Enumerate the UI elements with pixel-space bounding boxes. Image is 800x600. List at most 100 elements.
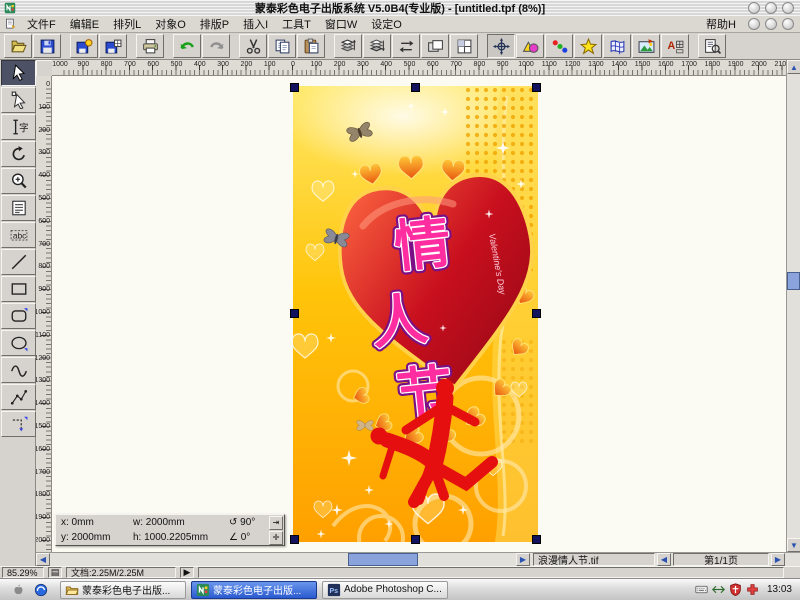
task-montai-app[interactable]: 蒙泰彩色电子出版... (191, 581, 317, 599)
place-image-button[interactable] (632, 34, 660, 58)
h-ruler-label: 500 (404, 61, 416, 68)
cut-button[interactable] (239, 34, 267, 58)
h-ruler-label: 400 (194, 61, 206, 68)
panel-expand-button[interactable]: ✛ (269, 531, 283, 545)
print-button[interactable] (136, 34, 164, 58)
scroll-down-button[interactable]: ▼ (787, 538, 800, 552)
center-anchor-button[interactable] (487, 34, 515, 58)
save-as-button[interactable] (99, 34, 127, 58)
doc-close-button[interactable] (782, 18, 794, 30)
selection-handle[interactable] (411, 535, 420, 544)
menu-window[interactable]: 窗口W (318, 15, 364, 33)
tool-direct-select[interactable] (1, 87, 36, 113)
v-ruler-label: 0 (36, 81, 50, 88)
tool-abc-text[interactable]: abc (1, 222, 36, 248)
shield-icon[interactable] (729, 583, 742, 596)
selection-handle[interactable] (290, 535, 299, 544)
shapes-button[interactable] (516, 34, 544, 58)
horizontal-scroll-thumb[interactable] (348, 553, 418, 566)
health-cross-icon[interactable] (746, 583, 759, 596)
close-button[interactable] (782, 2, 794, 14)
tool-curve[interactable] (1, 357, 36, 383)
task-folder-montai[interactable]: 蒙泰彩色电子出版... (60, 581, 186, 599)
quick-launch-icon[interactable] (34, 583, 48, 597)
prev-page-button[interactable]: ◀ (657, 553, 671, 566)
doc-restore-button[interactable] (765, 18, 777, 30)
maximize-button[interactable] (765, 2, 777, 14)
selection-handle[interactable] (290, 309, 299, 318)
undo-button[interactable] (173, 34, 201, 58)
clock[interactable]: 13:03 (767, 584, 792, 595)
menu-layout[interactable]: 排版P (193, 15, 236, 33)
menu-help[interactable]: 帮助H (699, 15, 743, 33)
scroll-right-button[interactable]: ▶ (516, 553, 530, 566)
tool-zoom[interactable] (1, 168, 36, 194)
tool-ellipse[interactable] (1, 330, 36, 356)
h-ruler-label: 800 (101, 61, 113, 68)
vertical-scrollbar[interactable]: ▲ ▼ (786, 60, 800, 552)
combine-button[interactable] (450, 34, 478, 58)
copy-button[interactable] (268, 34, 296, 58)
tool-page-layout[interactable] (1, 195, 36, 221)
star-button[interactable] (574, 34, 602, 58)
bring-forward-button[interactable] (334, 34, 362, 58)
export-image-button[interactable] (70, 34, 98, 58)
color-fill-button[interactable] (545, 34, 573, 58)
doc-minimize-button[interactable] (748, 18, 760, 30)
poster-image[interactable]: Valentine's Day 情情人人节节 (293, 86, 538, 542)
open-button[interactable] (4, 34, 32, 58)
selection-handle[interactable] (532, 309, 541, 318)
document-canvas[interactable]: Valentine's Day 情情人人节节 (52, 76, 786, 552)
task-photoshop[interactable]: PsAdobe Photoshop C... (322, 581, 448, 599)
swap-order-button[interactable] (392, 34, 420, 58)
cascade-button[interactable] (421, 34, 449, 58)
selection-handle[interactable] (532, 535, 541, 544)
menu-object[interactable]: 对象O (148, 15, 193, 33)
selection-handle[interactable] (411, 83, 420, 92)
panel-align-button[interactable]: ⇥ (269, 516, 283, 530)
mesh-warp-button[interactable] (603, 34, 631, 58)
scroll-up-button[interactable]: ▲ (787, 60, 800, 74)
minimize-button[interactable] (748, 2, 760, 14)
send-backward-button[interactable] (363, 34, 391, 58)
tool-line[interactable] (1, 249, 36, 275)
menu-tools[interactable]: 工具T (275, 15, 318, 33)
tool-select[interactable] (1, 60, 36, 86)
menu-arrange[interactable]: 排列L (106, 15, 148, 33)
paste-button[interactable] (297, 34, 325, 58)
tool-clip-path[interactable] (1, 411, 36, 437)
tool-rotate[interactable] (1, 141, 36, 167)
tool-rectangle[interactable] (1, 276, 36, 302)
status-tool-button[interactable]: ▤ (48, 567, 62, 578)
selection-handle[interactable] (532, 83, 541, 92)
menu-insert[interactable]: 插入I (236, 15, 275, 33)
v-ruler-label: 300 (36, 149, 50, 156)
horizontal-scroll-track[interactable] (50, 553, 516, 566)
rotate-icon: ↺ (229, 517, 237, 528)
keyboard-icon[interactable] (695, 583, 708, 596)
menu-file[interactable]: 文件F (20, 15, 63, 33)
text-format-button[interactable]: A (661, 34, 689, 58)
tool-text[interactable]: 字 (1, 114, 36, 140)
h-ruler-label: 200 (334, 61, 346, 68)
next-page-button[interactable]: ▶ (771, 553, 785, 566)
selection-handle[interactable] (290, 83, 299, 92)
vertical-scroll-thumb[interactable] (787, 272, 800, 290)
svg-text:abc: abc (12, 230, 26, 240)
print-preview-button[interactable] (698, 34, 726, 58)
menu-settings[interactable]: 设定O (364, 15, 409, 33)
tool-polyline[interactable] (1, 384, 36, 410)
tool-rounded-rectangle[interactable] (1, 303, 36, 329)
save-button[interactable] (33, 34, 61, 58)
task-label: Adobe Photoshop C... (344, 584, 442, 595)
h-ruler-label: 600 (427, 61, 439, 68)
h-ruler-label: 1600 (658, 61, 674, 68)
menu-items: 文件F编辑E排列L对象O排版P插入I工具T窗口W设定O (20, 15, 409, 33)
start-button[interactable] (10, 582, 26, 598)
menu-edit[interactable]: 编辑E (63, 15, 106, 33)
network-icon[interactable] (712, 583, 725, 596)
v-ruler-label: 1500 (36, 423, 50, 430)
scroll-left-button[interactable]: ◀ (36, 553, 50, 566)
status-more-button[interactable]: ▶ (180, 567, 194, 578)
redo-button[interactable] (202, 34, 230, 58)
